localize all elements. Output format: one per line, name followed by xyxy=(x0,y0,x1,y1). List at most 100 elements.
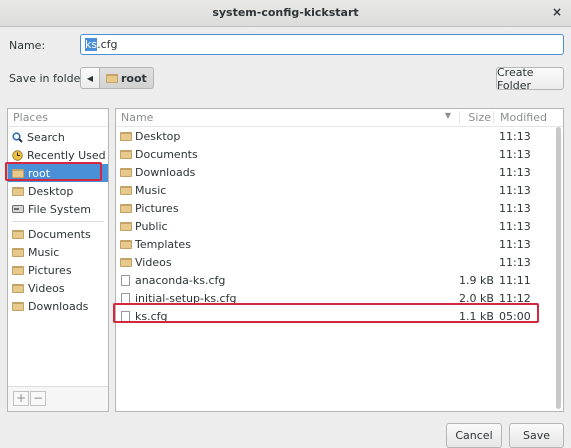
folder-icon xyxy=(12,301,24,311)
filename-rest-text: .cfg xyxy=(97,38,118,51)
folder-icon xyxy=(120,257,132,267)
filename-input[interactable]: ks.cfg xyxy=(80,34,564,55)
list-item[interactable]: Public 11:13 xyxy=(116,217,563,235)
folder-icon xyxy=(120,221,132,231)
place-item-file-system[interactable]: File System xyxy=(8,200,108,218)
places-separator xyxy=(12,221,104,222)
window-title: system-config-kickstart xyxy=(212,6,359,19)
add-place-button[interactable]: + xyxy=(13,391,29,406)
place-item-videos[interactable]: Videos xyxy=(8,279,108,297)
place-item-search[interactable]: Search xyxy=(8,128,108,146)
place-item-downloads[interactable]: Downloads xyxy=(8,297,108,315)
place-label: File System xyxy=(28,202,91,216)
file-modified: 11:13 xyxy=(499,147,531,161)
place-label: Search xyxy=(27,130,65,144)
file-modified: 11:13 xyxy=(499,201,531,215)
place-item-pictures[interactable]: Pictures xyxy=(8,261,108,279)
create-folder-button[interactable]: Create Folder xyxy=(496,66,564,92)
text-file-icon xyxy=(121,292,130,304)
folder-icon xyxy=(12,229,24,239)
list-item[interactable]: ks.cfg 1.1 kB 05:00 xyxy=(116,307,563,325)
file-size: 2.0 kB xyxy=(459,291,494,305)
file-name: initial-setup-ks.cfg xyxy=(135,291,237,305)
folder-icon xyxy=(120,185,132,195)
file-modified: 05:00 xyxy=(499,309,531,323)
list-item[interactable]: Videos 11:13 xyxy=(116,253,563,271)
place-label: Pictures xyxy=(28,263,72,277)
folder-icon xyxy=(12,265,24,275)
file-modified: 11:13 xyxy=(499,237,531,251)
folder-icon xyxy=(106,73,118,83)
place-item-recently-used[interactable]: Recently Used xyxy=(8,146,108,164)
file-name: Templates xyxy=(135,237,191,251)
file-modified: 11:13 xyxy=(499,165,531,179)
file-list-header: Name ▼ Size Modified xyxy=(116,109,563,127)
cancel-button[interactable]: Cancel xyxy=(446,423,502,448)
file-rows: Desktop 11:13 Documents 11:13 Downloads … xyxy=(116,127,563,325)
column-header-modified[interactable]: Modified xyxy=(493,111,553,124)
file-name: ks.cfg xyxy=(135,309,168,323)
folder-icon xyxy=(120,239,132,249)
file-name: Downloads xyxy=(135,165,196,179)
path-back-button[interactable]: ◀ xyxy=(80,67,100,89)
title-bar: system-config-kickstart × xyxy=(0,0,571,27)
file-name: Public xyxy=(135,219,168,233)
text-file-icon xyxy=(121,274,130,286)
file-name: Documents xyxy=(135,147,198,161)
list-item[interactable]: Downloads 11:13 xyxy=(116,163,563,181)
folder-icon xyxy=(120,203,132,213)
place-label: root xyxy=(28,166,51,180)
place-item-root[interactable]: root xyxy=(8,164,108,182)
path-bar: ◀ root xyxy=(80,67,154,89)
file-modified: 11:11 xyxy=(499,273,531,287)
list-item[interactable]: Documents 11:13 xyxy=(116,145,563,163)
file-size: 1.9 kB xyxy=(459,273,494,287)
folder-icon xyxy=(120,167,132,177)
path-button-root[interactable]: root xyxy=(100,67,154,89)
places-toolbar: + − xyxy=(8,386,108,411)
name-label: Name: xyxy=(9,39,46,52)
remove-place-button[interactable]: − xyxy=(30,391,46,406)
close-button[interactable]: × xyxy=(549,4,565,20)
place-label: Desktop xyxy=(28,184,74,198)
list-item[interactable]: Desktop 11:13 xyxy=(116,127,563,145)
list-item[interactable]: Pictures 11:13 xyxy=(116,199,563,217)
save-in-folder-label: Save in folder: xyxy=(9,72,89,85)
file-name: Desktop xyxy=(135,129,181,143)
clock-icon xyxy=(12,149,23,161)
place-label: Music xyxy=(28,245,60,259)
list-item[interactable]: initial-setup-ks.cfg 2.0 kB 11:12 xyxy=(116,289,563,307)
column-header-name[interactable]: Name ▼ xyxy=(116,111,459,124)
places-header: Places xyxy=(8,109,108,127)
place-label: Downloads xyxy=(28,299,89,313)
path-button-label: root xyxy=(121,71,147,85)
file-modified: 11:13 xyxy=(499,219,531,233)
file-list: Name ▼ Size Modified Desktop 11:13 Docum… xyxy=(115,108,564,412)
folder-icon xyxy=(120,149,132,159)
column-header-name-label: Name xyxy=(121,111,154,124)
list-item[interactable]: anaconda-ks.cfg 1.9 kB 11:11 xyxy=(116,271,563,289)
folder-icon xyxy=(120,131,132,141)
folder-icon xyxy=(12,186,24,196)
save-button[interactable]: Save xyxy=(509,423,564,448)
folder-icon xyxy=(12,168,24,178)
place-label: Recently Used xyxy=(27,148,106,162)
text-file-icon xyxy=(121,310,130,322)
file-list-scrollbar[interactable] xyxy=(556,127,562,409)
column-header-size[interactable]: Size xyxy=(459,111,493,124)
file-modified: 11:12 xyxy=(499,291,531,305)
places-sidebar: Places Search Recently Used root Desktop… xyxy=(7,108,109,412)
scrollbar-thumb[interactable] xyxy=(556,127,561,409)
list-item[interactable]: Music 11:13 xyxy=(116,181,563,199)
file-name: Videos xyxy=(135,255,172,269)
place-item-desktop[interactable]: Desktop xyxy=(8,182,108,200)
file-modified: 11:13 xyxy=(499,183,531,197)
folder-icon xyxy=(12,283,24,293)
file-modified: 11:13 xyxy=(499,255,531,269)
place-item-documents[interactable]: Documents xyxy=(8,225,108,243)
place-item-music[interactable]: Music xyxy=(8,243,108,261)
file-size: 1.1 kB xyxy=(459,309,494,323)
left-arrow-icon: ◀ xyxy=(86,73,94,83)
place-label: Documents xyxy=(28,227,91,241)
list-item[interactable]: Templates 11:13 xyxy=(116,235,563,253)
